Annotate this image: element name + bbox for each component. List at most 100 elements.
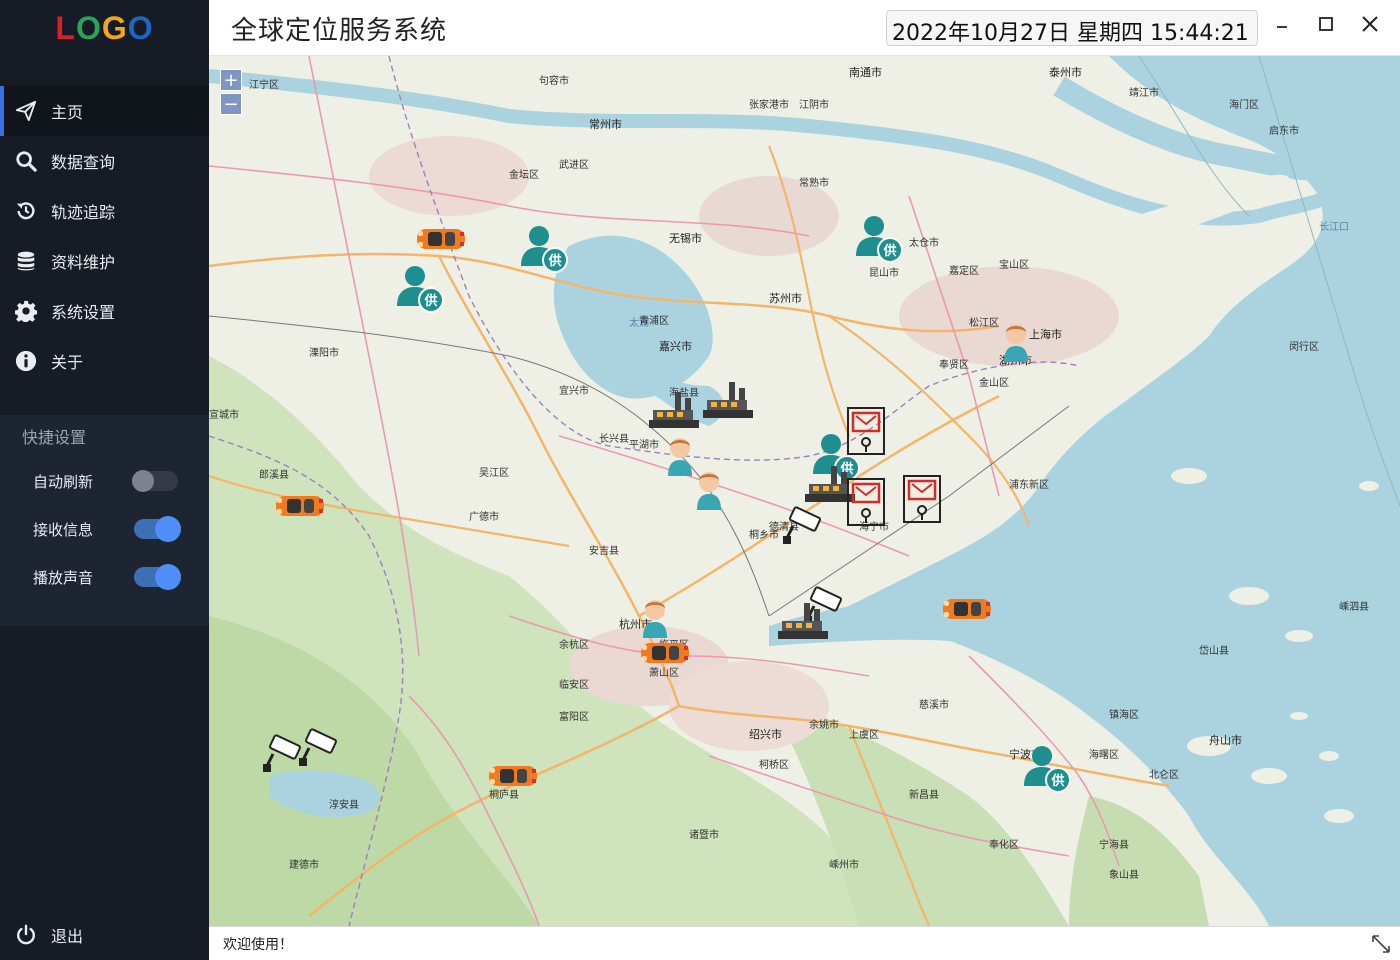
place-label: 郎溪县 — [259, 470, 289, 481]
menu-item-track[interactable]: 轨迹追踪 — [0, 186, 209, 236]
menu-item-label: 系统设置 — [51, 303, 116, 322]
logout-button[interactable]: 退出 — [0, 910, 209, 960]
play-sound-row: 播放声音 — [0, 553, 209, 601]
datetime-display: 2022年10月27日 星期四 15:44:21 — [886, 10, 1258, 46]
resize-icon[interactable] — [1370, 933, 1392, 955]
play-sound-label: 播放声音 — [33, 568, 94, 587]
close-icon — [1362, 16, 1378, 32]
camera-marker[interactable] — [781, 506, 825, 550]
camera-marker[interactable] — [297, 728, 341, 772]
place-label: 吴江区 — [479, 468, 509, 479]
checkpoint-marker[interactable] — [846, 477, 886, 531]
place-label: 金坛区 — [509, 170, 539, 181]
maximize-icon — [1319, 17, 1333, 31]
vehicle-marker[interactable] — [415, 225, 467, 257]
receive-info-toggle[interactable] — [134, 516, 181, 542]
menu-item-label: 主页 — [51, 103, 84, 122]
place-label: 上虞区 — [849, 730, 879, 741]
minimize-button[interactable] — [1270, 12, 1294, 36]
maximize-button[interactable] — [1314, 12, 1338, 36]
quick-settings-title: 快捷设置 — [22, 428, 87, 447]
place-label: 柯桥区 — [759, 760, 789, 771]
person-marker[interactable] — [691, 468, 727, 514]
place-label: 舟山市 — [1209, 734, 1242, 747]
logo-letter: O — [75, 9, 102, 46]
vehicle-marker[interactable] — [941, 595, 993, 627]
menu-item-about[interactable]: 关于 — [0, 336, 209, 386]
place-label: 浦东新区 — [1009, 480, 1049, 491]
logo-text: LOGO — [55, 10, 153, 47]
place-label: 奉贤区 — [939, 360, 969, 371]
logout-label: 退出 — [51, 927, 84, 946]
gear-icon — [14, 299, 38, 323]
place-label: 嵊泗县 — [1339, 602, 1369, 613]
minimize-icon — [1277, 26, 1287, 28]
place-label: 嘉兴市 — [659, 340, 692, 353]
place-label: 奉化区 — [989, 840, 1019, 851]
place-label: 宁海县 — [1099, 840, 1129, 851]
place-label: 苏州市 — [769, 292, 802, 305]
supplier-marker[interactable]: 供 — [517, 224, 569, 280]
svg-text:供: 供 — [1050, 773, 1064, 789]
checkpoint-marker[interactable] — [846, 406, 886, 460]
supplier-marker[interactable]: 供 — [852, 214, 904, 270]
place-label: 常熟市 — [799, 178, 829, 189]
place-label: 嵊州市 — [829, 860, 859, 871]
vehicle-marker[interactable] — [274, 492, 326, 524]
status-text: 欢迎使用！ — [223, 937, 293, 953]
info-icon — [14, 349, 38, 373]
main-menu: 主页 数据查询 轨迹追踪 资料维护 系统设置 关于 — [0, 86, 209, 386]
main-area: 全球定位服务系统 2022年10月27日 星期四 15:44:21 江宁区 句容… — [209, 0, 1400, 960]
zoom-in-button[interactable]: + — [220, 69, 242, 91]
place-label: 南通市 — [849, 66, 882, 79]
svg-text:供: 供 — [882, 243, 896, 259]
place-label: 绍兴市 — [749, 728, 782, 741]
place-label: 靖江市 — [1129, 88, 1159, 99]
place-label: 太仓市 — [909, 238, 939, 249]
place-label: 溧阳市 — [309, 348, 339, 359]
place-label: 闵行区 — [1289, 342, 1319, 353]
auto-refresh-row: 自动刷新 — [0, 457, 209, 505]
logo-letter: O — [127, 9, 154, 46]
person-marker[interactable] — [998, 320, 1034, 366]
factory-marker[interactable] — [645, 390, 703, 438]
place-label: 金山区 — [979, 378, 1009, 389]
place-label: 宜兴市 — [559, 386, 589, 397]
vehicle-marker[interactable] — [487, 762, 539, 794]
place-label: 北仑区 — [1149, 770, 1179, 781]
place-label: 临安区 — [559, 680, 589, 691]
place-label: 启东市 — [1269, 126, 1299, 137]
supplier-marker[interactable]: 供 — [1020, 744, 1072, 800]
place-label: 嘉定区 — [949, 266, 979, 277]
play-sound-toggle[interactable] — [134, 564, 181, 590]
person-marker[interactable] — [637, 596, 673, 642]
place-label: 江宁区 — [249, 80, 279, 91]
receive-info-row: 接收信息 — [0, 505, 209, 553]
place-label: 广德市 — [469, 512, 499, 523]
menu-item-data-query[interactable]: 数据查询 — [0, 136, 209, 186]
logo: LOGO — [0, 0, 209, 56]
status-bar: 欢迎使用！ — [209, 926, 1400, 960]
auto-refresh-toggle[interactable] — [132, 470, 178, 492]
menu-item-settings[interactable]: 系统设置 — [0, 286, 209, 336]
vehicle-marker[interactable] — [639, 639, 691, 671]
place-label: 平湖市 — [629, 440, 659, 451]
factory-marker[interactable] — [699, 380, 757, 428]
zoom-out-button[interactable]: − — [220, 93, 242, 115]
menu-item-data-maintenance[interactable]: 资料维护 — [0, 236, 209, 286]
place-label: 长兴县 — [599, 434, 629, 445]
svg-text:供: 供 — [547, 253, 561, 269]
factory-marker[interactable] — [774, 601, 832, 649]
place-label: 富阳区 — [559, 712, 589, 723]
checkpoint-marker[interactable] — [902, 474, 942, 528]
menu-item-label: 关于 — [51, 353, 84, 372]
place-label: 无锡市 — [669, 232, 702, 245]
paper-plane-icon — [14, 99, 38, 123]
close-button[interactable] — [1358, 12, 1382, 36]
place-label: 张家港市 — [749, 100, 789, 111]
menu-item-home[interactable]: 主页 — [0, 86, 209, 136]
place-label: 宝山区 — [999, 260, 1029, 271]
place-label: 海门区 — [1229, 100, 1259, 111]
supplier-marker[interactable]: 供 — [393, 264, 445, 320]
map-view[interactable]: 江宁区 句容市 泰州市 靖江市 江阴市 张家港市 常州市 南通市 海门区 启东市 金坛区 武进区 无锡市… — [209, 56, 1400, 926]
